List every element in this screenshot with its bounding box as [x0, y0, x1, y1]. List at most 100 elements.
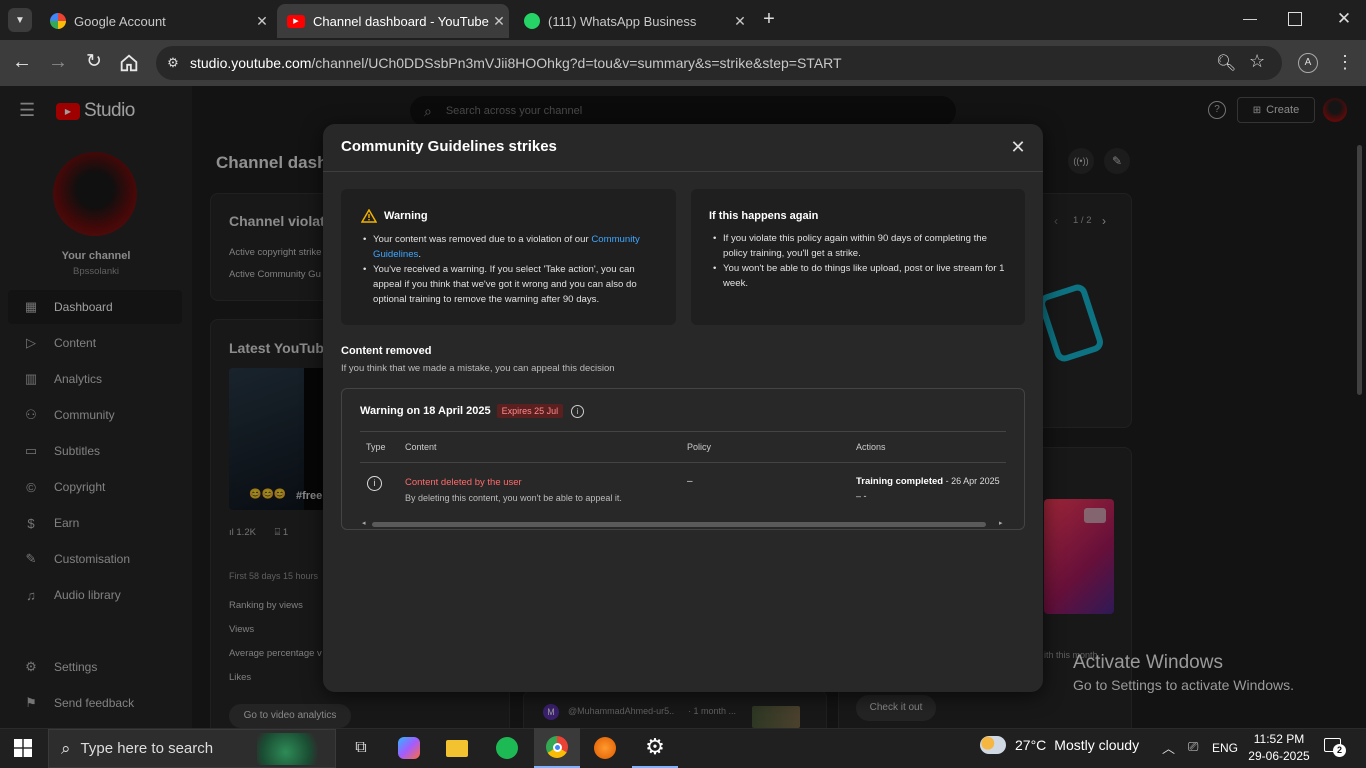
close-tab-icon[interactable]: ✕: [730, 13, 750, 30]
weather-widget[interactable]: 27°C Mostly cloudy: [980, 736, 1139, 754]
task-view-icon: ⧉: [355, 739, 367, 756]
cloudy-weather-icon: [980, 736, 1006, 754]
info-icon[interactable]: i: [571, 404, 585, 418]
policy-value: –: [687, 476, 693, 487]
notification-count-badge: 2: [1333, 744, 1346, 757]
activate-windows-subtitle: Go to Settings to activate Windows.: [1073, 677, 1294, 693]
tab-title: Google Account: [74, 13, 166, 29]
tab-title: Channel dashboard - YouTube S: [313, 13, 489, 29]
folder-icon: [446, 739, 468, 757]
expires-badge: Expires 25 Jul: [496, 404, 564, 418]
task-view-button[interactable]: ⧉: [338, 728, 384, 768]
warning-title: Warning: [384, 210, 428, 222]
clock-date[interactable]: 29-06-2025: [1246, 749, 1312, 763]
tray-device-icon[interactable]: ⎚: [1188, 739, 1198, 755]
spotify-icon: [496, 737, 518, 759]
language-indicator[interactable]: ENG: [1212, 741, 1238, 755]
table-horizontal-scrollbar[interactable]: [372, 522, 986, 527]
close-window-button[interactable]: ✕: [1334, 9, 1354, 29]
taskbar-search-placeholder: Type here to search: [80, 740, 214, 757]
warning-panel: Warning Your content was removed due to …: [341, 189, 676, 325]
content-note: By deleting this content, you won't be a…: [405, 493, 622, 503]
spotify-button[interactable]: [484, 728, 530, 768]
again-bullets: If you violate this policy again within …: [709, 231, 1009, 291]
strikes-dialog: Community Guidelines strikes ✕ Warning Y…: [323, 124, 1043, 692]
chevron-down-icon: ▼: [15, 14, 25, 26]
warning-triangle-icon: [361, 209, 377, 223]
zoom-icon[interactable]: 🔍︎: [1216, 53, 1236, 73]
url-host: studio.youtube.com: [190, 55, 312, 71]
again-bullet-2: You won't be able to do things like uplo…: [709, 261, 1009, 291]
copilot-button[interactable]: [386, 728, 432, 768]
copilot-icon: [398, 737, 420, 759]
url-path: /channel/UCh0DDSsbPn3mVJii8HOOhkg?d=tou&…: [311, 55, 842, 71]
column-header-type: Type: [366, 442, 386, 452]
chrome-button[interactable]: [534, 728, 580, 768]
warning-heading: Warning: [361, 209, 428, 223]
weather-temp: 27°C: [1015, 737, 1047, 753]
table-scroll-left-icon[interactable]: ◂: [362, 519, 366, 527]
warning-bullet-1: Your content was removed due to a violat…: [359, 232, 661, 262]
profile-avatar[interactable]: A: [1298, 53, 1318, 73]
home-icon: [120, 54, 138, 72]
action-date: - 26 Apr 2025: [943, 476, 1000, 486]
content-removed-title: Content removed: [341, 345, 432, 357]
chrome-icon: [546, 736, 568, 758]
back-button[interactable]: ←: [10, 51, 34, 75]
fl-studio-button[interactable]: [582, 728, 628, 768]
dialog-header-divider: [323, 171, 1043, 172]
tab-title: (111) WhatsApp Business: [548, 13, 697, 29]
table-top-divider: [360, 431, 1006, 432]
column-header-policy: Policy: [687, 442, 712, 452]
address-bar[interactable]: ⚙ studio.youtube.com /channel/UCh0DDSsbP…: [156, 46, 1282, 80]
reload-button[interactable]: ↻: [82, 51, 106, 75]
close-tab-icon[interactable]: ✕: [252, 13, 272, 30]
notification-center-button[interactable]: 2: [1324, 738, 1346, 758]
action-status-bold: Training completed: [856, 476, 944, 487]
file-explorer-button[interactable]: [434, 728, 480, 768]
activate-windows-title: Activate Windows: [1073, 652, 1223, 673]
minimize-window-button[interactable]: —: [1240, 10, 1260, 30]
column-header-actions: Actions: [856, 442, 886, 452]
tab-whatsapp[interactable]: (111) WhatsApp Business ✕: [514, 6, 750, 36]
search-icon: ⌕: [61, 738, 71, 758]
tray-chevron-up-icon[interactable]: ︿: [1162, 738, 1175, 757]
youtube-icon: ▶: [287, 14, 305, 28]
tab-google-account[interactable]: Google Account ✕: [40, 6, 272, 36]
search-highlight-image: [257, 732, 329, 765]
action-status: Training completed - 26 Apr 2025: [856, 476, 1000, 487]
bookmark-star-icon[interactable]: ☆: [1249, 51, 1265, 72]
column-header-content: Content: [405, 442, 437, 452]
fl-studio-icon: [594, 737, 616, 759]
browser-menu-icon[interactable]: ⋮: [1336, 52, 1354, 73]
warning-bullets: Your content was removed due to a violat…: [359, 232, 661, 307]
new-tab-button[interactable]: +: [758, 8, 780, 30]
settings-app-button[interactable]: ⚙: [632, 728, 678, 768]
close-tab-icon[interactable]: ✕: [489, 13, 509, 30]
site-info-icon[interactable]: ⚙: [156, 55, 190, 71]
strike-details-box: Warning on 18 April 2025 Expires 25 Jul …: [341, 388, 1025, 530]
restore-window-button[interactable]: [1288, 12, 1302, 26]
weather-text: Mostly cloudy: [1054, 737, 1140, 753]
again-title: If this happens again: [709, 210, 819, 222]
warning-bullet-2: You've received a warning. If you select…: [359, 262, 661, 307]
table-scroll-right-icon[interactable]: ▸: [999, 519, 1003, 527]
content-removed-subtitle: If you think that we made a mistake, you…: [341, 363, 615, 374]
dialog-title: Community Guidelines strikes: [341, 138, 557, 155]
windows-logo-icon: [14, 739, 32, 757]
taskbar-search-box[interactable]: ⌕ Type here to search: [48, 729, 336, 768]
close-dialog-button[interactable]: ✕: [1007, 136, 1029, 158]
tab-youtube-studio[interactable]: ▶ Channel dashboard - YouTube S ✕: [277, 4, 509, 38]
if-happens-again-panel: If this happens again If you violate thi…: [691, 189, 1025, 325]
tab-search-button[interactable]: ▼: [8, 8, 32, 32]
strike-title: Warning on 18 April 2025: [360, 405, 491, 417]
clock-time[interactable]: 11:52 PM: [1249, 732, 1309, 746]
table-row: i Content deleted by the user By deletin…: [360, 463, 1006, 513]
strike-header: Warning on 18 April 2025 Expires 25 Jul …: [360, 404, 585, 418]
forward-button[interactable]: →: [46, 51, 70, 75]
content-title: Content deleted by the user: [405, 477, 522, 488]
start-button[interactable]: [0, 728, 46, 768]
action-line2: – -: [856, 491, 867, 501]
home-button[interactable]: [118, 52, 142, 76]
warning-bullet-text: Your content was removed due to a violat…: [373, 234, 592, 245]
